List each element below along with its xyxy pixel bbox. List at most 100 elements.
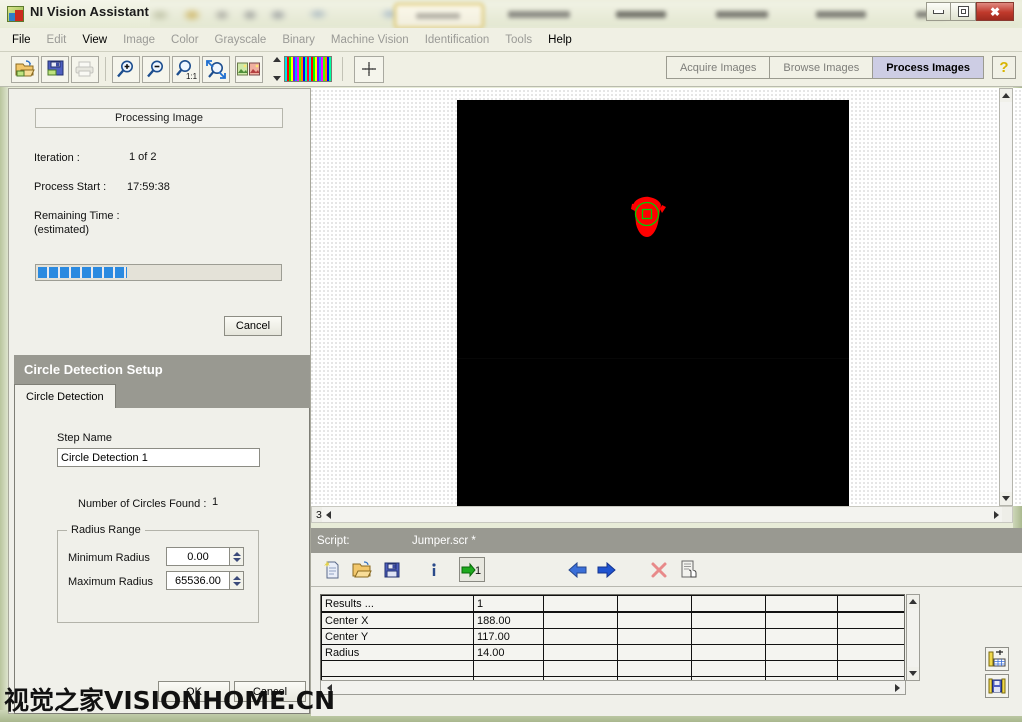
help-button[interactable]: ? — [992, 56, 1016, 79]
processing-header: Processing Image — [35, 108, 283, 128]
results-cell[interactable] — [692, 645, 766, 661]
step-name-input[interactable] — [57, 448, 260, 467]
color-palette-spinner-icon[interactable] — [273, 57, 282, 81]
results-cell[interactable] — [692, 629, 766, 645]
info-icon[interactable] — [421, 557, 447, 582]
detected-object-overlay — [622, 195, 672, 239]
results-vertical-scrollbar[interactable] — [906, 594, 920, 681]
close-button[interactable]: ✖ — [976, 2, 1014, 21]
menu-view[interactable]: View — [82, 34, 107, 46]
crosshair-icon[interactable] — [354, 56, 384, 83]
results-scroll-down-button[interactable] — [907, 667, 919, 680]
zoom-out-icon[interactable] — [142, 56, 170, 83]
menu-grayscale[interactable]: Grayscale — [215, 34, 267, 46]
image-scroll-down-button[interactable] — [1000, 492, 1012, 505]
copy-step-icon[interactable] — [676, 557, 702, 582]
remaining-time-sub: (estimated) — [34, 224, 89, 236]
results-cell[interactable] — [766, 612, 838, 629]
image-scroll-up-button[interactable] — [1000, 89, 1012, 102]
maximize-button[interactable] — [951, 2, 976, 21]
results-panel: Results ...1Center X188.00Center Y117.00… — [311, 587, 1022, 716]
results-cell[interactable] — [618, 629, 692, 645]
image-canvas[interactable] — [457, 100, 849, 506]
results-cell[interactable] — [838, 629, 906, 645]
results-cell[interactable] — [766, 661, 838, 677]
results-cell[interactable] — [544, 612, 618, 629]
results-scroll-right-button[interactable] — [891, 681, 903, 694]
zoom-in-icon[interactable] — [112, 56, 140, 83]
run-once-icon[interactable]: 1 — [459, 557, 485, 582]
menu-tools[interactable]: Tools — [505, 34, 532, 46]
browse-images-button[interactable]: Browse Images — [770, 56, 873, 79]
table-row[interactable]: Radius14.00 — [322, 645, 906, 661]
maximum-radius-spin-arrows[interactable] — [229, 571, 244, 590]
minimum-radius-input[interactable] — [166, 547, 229, 566]
open-script-icon[interactable] — [349, 557, 375, 582]
maximum-radius-stepper[interactable] — [166, 571, 244, 590]
minimize-button[interactable] — [926, 2, 951, 21]
zoom-fit-icon[interactable] — [202, 56, 230, 83]
menu-binary[interactable]: Binary — [282, 34, 315, 46]
results-cell[interactable] — [618, 645, 692, 661]
results-cell[interactable] — [618, 612, 692, 629]
image-scroll-left-button[interactable] — [322, 508, 334, 521]
results-cell[interactable] — [544, 629, 618, 645]
script-toolbar: 1 — [311, 553, 1022, 587]
menu-help[interactable]: Help — [548, 34, 572, 46]
circle-detection-tab-body: Step Name Number of Circles Found : 1 Ra… — [14, 408, 310, 714]
maximum-radius-input[interactable] — [166, 571, 229, 590]
results-cell[interactable]: 14.00 — [474, 645, 544, 661]
results-horizontal-scrollbar[interactable] — [320, 680, 906, 695]
step-back-icon[interactable] — [564, 557, 590, 582]
zoom-1-to-1-icon[interactable]: 1:1 — [172, 56, 200, 83]
results-cell[interactable] — [838, 661, 906, 677]
table-row[interactable] — [322, 661, 906, 677]
results-cell[interactable] — [692, 661, 766, 677]
process-images-button[interactable]: Process Images — [873, 56, 984, 79]
acquire-images-button[interactable]: Acquire Images — [666, 56, 770, 79]
cancel-processing-button[interactable]: Cancel — [224, 316, 282, 336]
iteration-value: 1 of 2 — [129, 151, 157, 163]
menu-bar: File Edit View Image Color Grayscale Bin… — [0, 28, 1022, 52]
results-cell[interactable] — [766, 629, 838, 645]
results-cell[interactable] — [474, 661, 544, 677]
menu-identification[interactable]: Identification — [425, 34, 490, 46]
results-scroll-up-button[interactable] — [907, 595, 919, 608]
open-image-icon[interactable] — [11, 56, 39, 83]
results-cell[interactable] — [544, 645, 618, 661]
menu-edit[interactable]: Edit — [47, 34, 67, 46]
image-vertical-scrollbar[interactable] — [999, 88, 1013, 506]
color-palette-bar-icon[interactable] — [284, 56, 332, 82]
results-header-cell: Results ... — [322, 596, 474, 613]
image-horizontal-scrollbar[interactable] — [322, 507, 1002, 522]
setup-tabstrip: Circle Detection — [14, 384, 310, 408]
results-cell[interactable] — [838, 612, 906, 629]
results-cell[interactable] — [618, 661, 692, 677]
new-script-icon[interactable] — [319, 557, 345, 582]
delete-step-icon — [646, 557, 672, 582]
tab-circle-detection[interactable]: Circle Detection — [14, 384, 116, 408]
step-forward-icon[interactable] — [594, 557, 620, 582]
remaining-time-label: Remaining Time : — [34, 210, 120, 222]
menu-machine-vision[interactable]: Machine Vision — [331, 34, 409, 46]
menu-image[interactable]: Image — [123, 34, 155, 46]
table-row[interactable]: Center X188.00 — [322, 612, 906, 629]
save-script-icon[interactable] — [379, 557, 405, 582]
minimum-radius-spin-arrows[interactable] — [229, 547, 244, 566]
menu-file[interactable]: File — [12, 34, 31, 46]
results-cell[interactable]: 188.00 — [474, 612, 544, 629]
menu-color[interactable]: Color — [171, 34, 198, 46]
results-cell[interactable] — [544, 661, 618, 677]
image-scroll-right-button[interactable] — [990, 508, 1002, 521]
image-viewport[interactable] — [311, 88, 1022, 506]
save-image-icon[interactable] — [41, 56, 69, 83]
minimum-radius-stepper[interactable] — [166, 547, 244, 566]
results-cell[interactable] — [692, 612, 766, 629]
results-cell[interactable] — [766, 645, 838, 661]
results-cell[interactable]: 117.00 — [474, 629, 544, 645]
results-cell[interactable] — [838, 645, 906, 661]
export-to-spreadsheet-icon[interactable] — [985, 647, 1009, 671]
image-pair-icon[interactable] — [235, 56, 263, 83]
table-row[interactable]: Center Y117.00 — [322, 629, 906, 645]
save-results-icon[interactable] — [985, 674, 1009, 698]
